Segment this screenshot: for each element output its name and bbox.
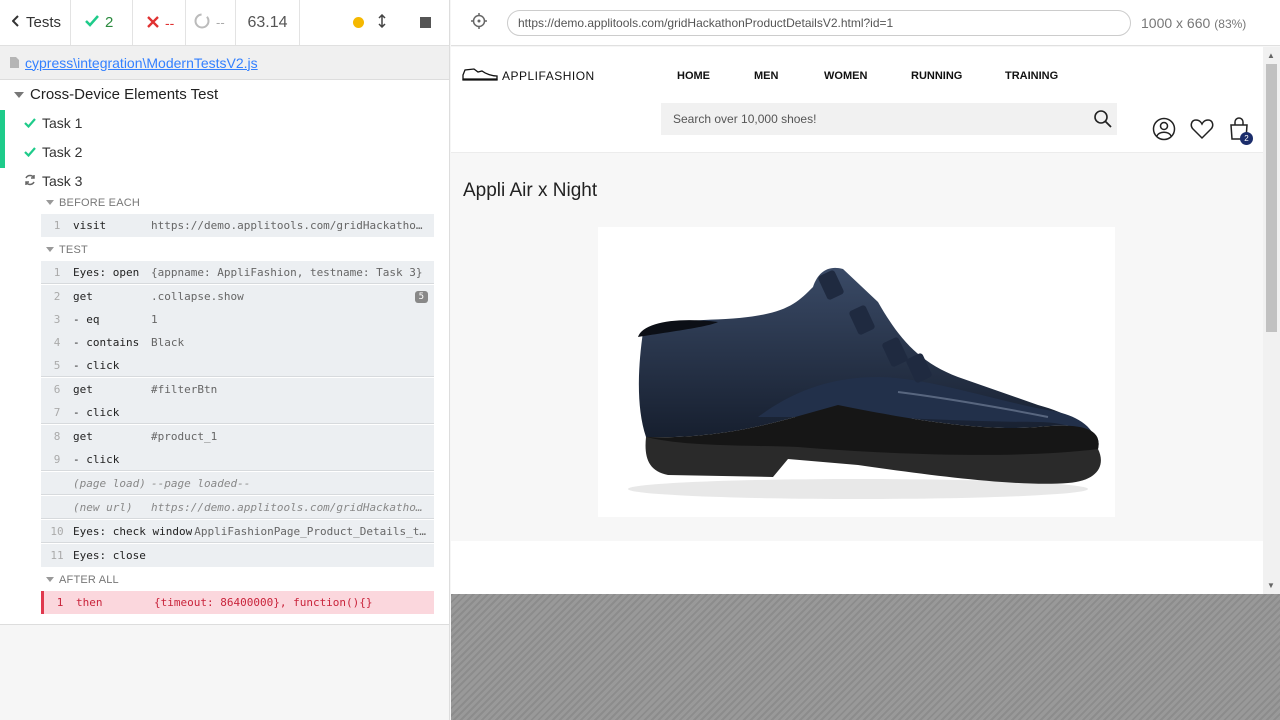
nav-running[interactable]: RUNNING — [911, 70, 962, 82]
failed-command-row[interactable]: 1 then {timeout: 86400000}, function(){} — [41, 591, 434, 614]
aut-iframe: APPLIFASHION HOME MEN WOMEN RUNNING TRAI… — [451, 47, 1280, 594]
running-indicator-icon — [353, 17, 364, 28]
product-image — [598, 227, 1115, 517]
spec-path: cypress\integration\ModernTestsV2.js — [25, 54, 258, 71]
stats-bar: Tests 2 -- -- 63.14 — [0, 0, 449, 46]
spec-file-link[interactable]: cypress\integration\ModernTestsV2.js — [0, 46, 449, 80]
crosshair-icon — [471, 13, 487, 32]
caret-down-icon — [46, 574, 54, 586]
caret-down-icon — [46, 244, 54, 256]
command-row[interactable]: 1 Eyes: open {appname: AppliFashion, tes… — [41, 261, 434, 284]
command-row[interactable]: 6 get #filterBtn — [41, 378, 434, 401]
pending-circle-icon — [194, 13, 210, 32]
site-logo[interactable]: APPLIFASHION — [462, 67, 595, 84]
nav-men[interactable]: MEN — [754, 70, 778, 82]
user-icon[interactable] — [1152, 117, 1176, 144]
scroll-up-icon[interactable]: ▲ — [1267, 51, 1275, 60]
check-icon — [24, 115, 36, 131]
shoe-logo-icon — [462, 67, 498, 84]
heart-icon[interactable] — [1190, 118, 1214, 143]
command-row[interactable]: 2 get .collapse.show 5 — [41, 285, 434, 308]
caret-down-icon — [46, 197, 54, 209]
command-row[interactable]: 7 - click — [41, 401, 434, 424]
hook-before-each[interactable]: BEFORE EACH — [46, 197, 140, 209]
command-row[interactable]: (page load) --page loaded-- — [41, 472, 434, 495]
command-row[interactable]: 10 Eyes: check window AppliFashionPage_P… — [41, 520, 434, 543]
check-icon — [85, 14, 99, 31]
check-icon — [24, 144, 36, 160]
suite-title[interactable]: Cross-Device Elements Test — [14, 86, 218, 103]
aut-url-field[interactable]: https://demo.applitools.com/gridHackatho… — [507, 9, 1131, 36]
nav-home[interactable]: HOME — [677, 70, 710, 82]
running-refresh-icon — [24, 173, 36, 189]
selector-playground-button[interactable] — [451, 13, 507, 32]
command-row[interactable]: 1 visit https://demo.applitools.com/grid… — [41, 214, 434, 237]
command-row[interactable]: 8 get #product_1 — [41, 425, 434, 448]
task-1[interactable]: Task 1 — [0, 110, 449, 139]
element-count-badge: 5 — [414, 290, 428, 303]
pass-indicator — [0, 139, 5, 168]
x-icon — [147, 15, 159, 31]
cart-count-badge: 2 — [1240, 132, 1253, 145]
hook-test[interactable]: TEST — [46, 244, 88, 256]
caret-down-icon — [14, 86, 24, 103]
task-2[interactable]: Task 2 — [0, 139, 449, 168]
search-input[interactable]: Search over 10,000 shoes! — [661, 103, 1117, 135]
command-row[interactable]: 11 Eyes: close — [41, 544, 434, 567]
aut-background — [451, 594, 1280, 720]
viewport-info[interactable]: 1000 x 660 (83%) — [1141, 15, 1246, 31]
command-row[interactable]: 5 - click — [41, 354, 434, 377]
command-row[interactable]: 4 - contains Black — [41, 331, 434, 354]
pass-indicator — [0, 110, 5, 139]
tests-label: Tests — [26, 14, 62, 31]
passed-count: 2 — [71, 0, 133, 45]
scroll-down-icon[interactable]: ▼ — [1267, 581, 1275, 590]
aut-scrollbar[interactable]: ▲ ▼ — [1263, 47, 1280, 594]
run-controls — [300, 0, 449, 45]
file-icon — [10, 55, 19, 71]
test-runnables: Cross-Device Elements Test Task 1 Task 2… — [0, 80, 449, 625]
auto-scroll-toggle-icon[interactable] — [378, 13, 386, 31]
command-row[interactable]: 9 - click — [41, 448, 434, 471]
nav-women[interactable]: WOMEN — [824, 70, 867, 82]
task-3[interactable]: Task 3 — [0, 168, 449, 194]
reporter-panel: Tests 2 -- -- 63.14 cypress\integration\… — [0, 0, 450, 720]
shoe-product-image — [628, 267, 1101, 499]
search-icon[interactable] — [1093, 109, 1113, 132]
command-row[interactable]: (new url) https://demo.applitools.com/gr… — [41, 496, 434, 519]
nav-training[interactable]: TRAINING — [1005, 70, 1058, 82]
product-title: Appli Air x Night — [463, 180, 598, 201]
tests-back-button[interactable]: Tests — [0, 0, 71, 45]
stop-icon[interactable] — [420, 17, 431, 28]
app-under-test: https://demo.applitools.com/gridHackatho… — [451, 0, 1280, 720]
hook-after-all[interactable]: AFTER ALL — [46, 574, 119, 586]
chevron-left-icon — [11, 14, 20, 31]
duration: 63.14 — [236, 0, 300, 45]
pending-count: -- — [186, 0, 236, 45]
scrollbar-thumb[interactable] — [1266, 64, 1277, 332]
aut-header: https://demo.applitools.com/gridHackatho… — [451, 0, 1280, 46]
command-row[interactable]: 3 - eq 1 — [41, 308, 434, 331]
failed-count: -- — [133, 0, 186, 45]
